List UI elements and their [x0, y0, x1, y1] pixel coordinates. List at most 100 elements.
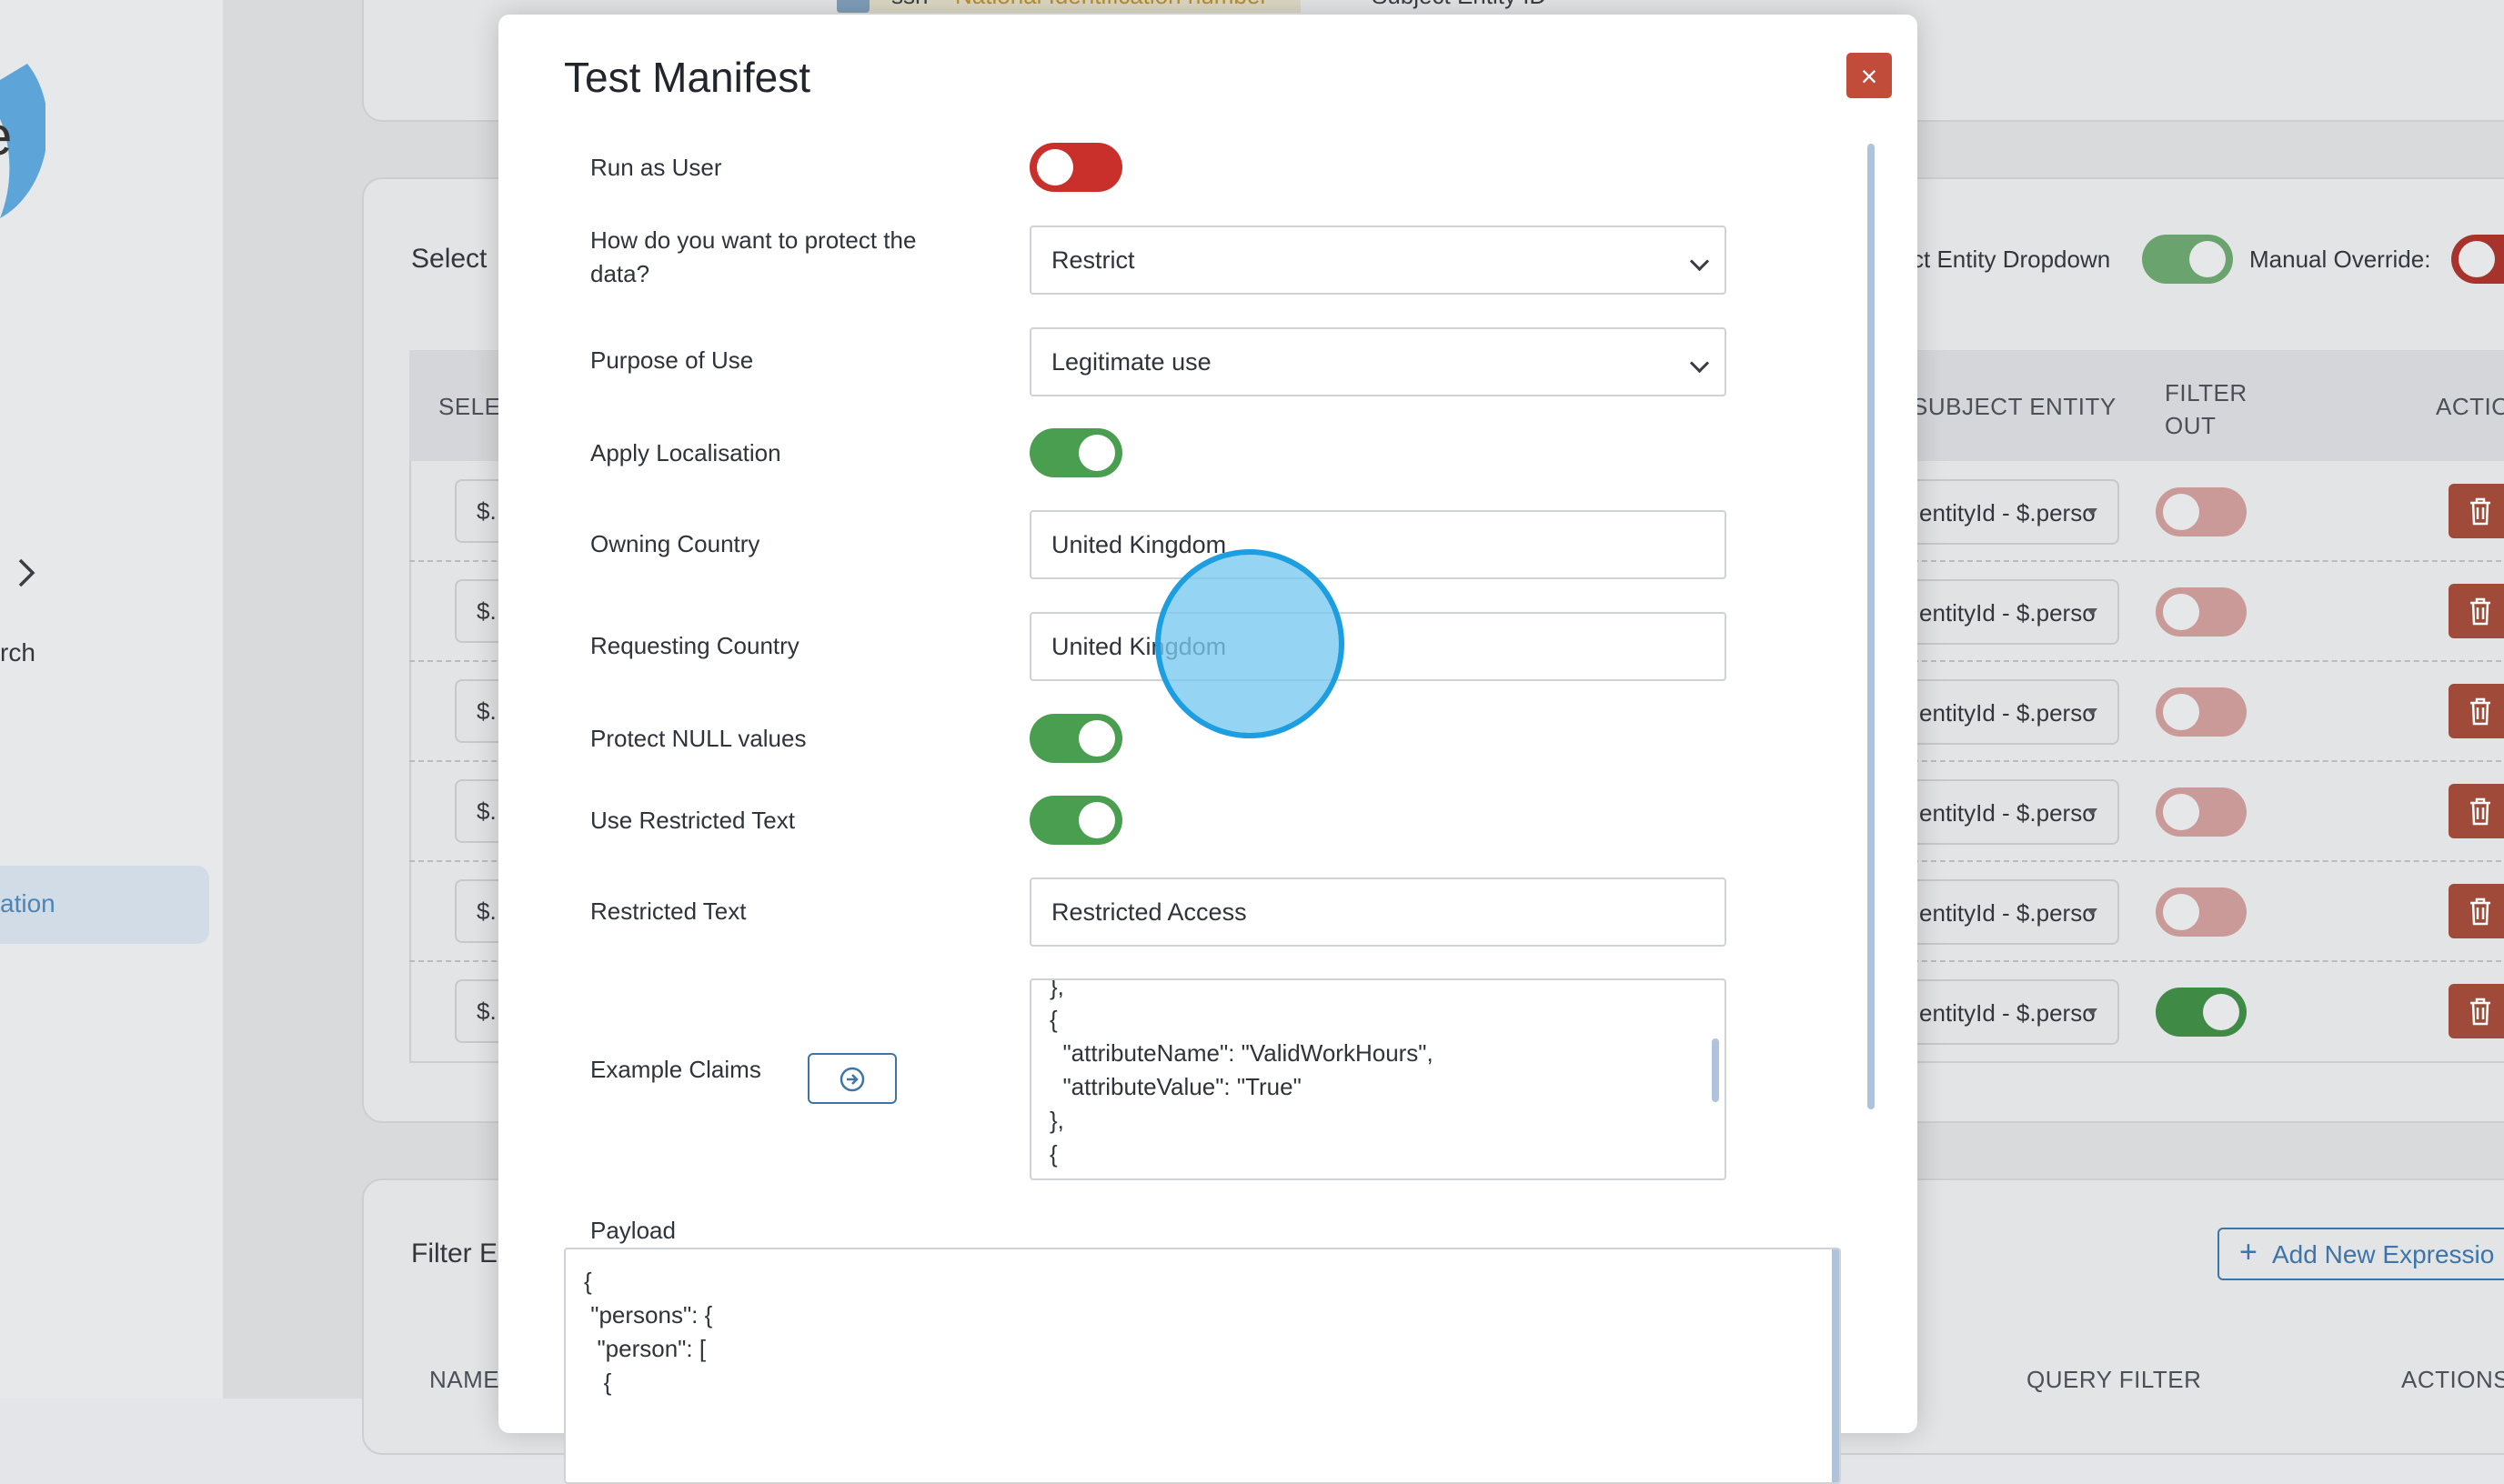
- requesting-country-input[interactable]: United Kingdom: [1030, 612, 1726, 681]
- code-line: "attributeValue": "True": [1050, 1073, 1302, 1100]
- purpose-of-use-label: Purpose of Use: [590, 346, 754, 374]
- code-line: {: [1050, 1006, 1058, 1033]
- subject-entity-dropdown-toggle[interactable]: [2142, 235, 2233, 284]
- use-restricted-text-label: Use Restricted Text: [590, 807, 795, 834]
- owning-country-label: Owning Country: [590, 530, 760, 557]
- trash-icon: [2470, 497, 2490, 526]
- toggle-knob: [1037, 149, 1073, 186]
- protect-method-select[interactable]: Restrict: [1030, 226, 1726, 295]
- code-line: {: [1050, 1140, 1058, 1168]
- apply-localisation-label: Apply Localisation: [590, 439, 781, 466]
- protect-null-toggle[interactable]: [1030, 714, 1122, 763]
- filter-out-toggle[interactable]: [2156, 587, 2247, 637]
- trash-icon: [2470, 597, 2490, 626]
- modal-title: Test Manifest: [564, 54, 810, 101]
- restricted-text-input[interactable]: Restricted Access: [1030, 877, 1726, 947]
- highlighted-field-text: National Identification number: [955, 0, 1268, 10]
- chevron-down-icon: [1689, 251, 1710, 272]
- delete-row-button[interactable]: [2449, 884, 2504, 938]
- column-header-subject-entity: SUBJECT ENTITY: [1912, 393, 2117, 420]
- column-header-name: NAME: [429, 1366, 500, 1393]
- code-line: },: [1050, 1107, 1064, 1134]
- highlighted-field-name: ssn: [891, 0, 928, 10]
- filter-out-toggle[interactable]: [2156, 487, 2247, 536]
- delete-row-button[interactable]: [2449, 784, 2504, 838]
- close-button[interactable]: ×: [1846, 53, 1892, 98]
- subject-entity-select[interactable]: entityId - $.perso: [1892, 679, 2119, 745]
- example-claims-editor[interactable]: }, { "attributeName": "ValidWorkHours", …: [1030, 978, 1726, 1180]
- svg-text:e: e: [0, 105, 12, 166]
- filter-out-toggle[interactable]: [2156, 887, 2247, 937]
- subject-entity-select[interactable]: entityId - $.perso: [1892, 979, 2119, 1045]
- manual-override-label: Manual Override:: [2249, 246, 2431, 273]
- owning-country-input[interactable]: United Kingdom: [1030, 510, 1726, 579]
- code-line: {: [584, 1268, 592, 1295]
- column-header-filter-actions: ACTIONS: [2401, 1366, 2504, 1393]
- trash-icon: [2470, 998, 2490, 1026]
- example-claims-label: Example Claims: [590, 1056, 761, 1083]
- trash-icon: [2470, 897, 2490, 926]
- toggle-knob: [1079, 435, 1115, 471]
- subject-entity-id-label: Subject Entity ID: [1372, 0, 1546, 10]
- sidebar-item-active[interactable]: ation: [0, 866, 209, 944]
- arrow-circle-right-icon: [840, 1067, 865, 1092]
- filter-out-toggle[interactable]: [2156, 687, 2247, 737]
- chevron-right-icon[interactable]: [13, 555, 40, 591]
- chevron-down-icon: [1689, 353, 1710, 374]
- add-new-expression-button[interactable]: + Add New Expressio: [2217, 1228, 2504, 1280]
- brand-logo: e: [0, 64, 45, 218]
- column-header-actions: ACTIO: [2436, 393, 2504, 420]
- add-new-expression-label: Add New Expressio: [2272, 1240, 2495, 1268]
- column-header-select: SELE: [438, 393, 501, 420]
- trash-icon: [2470, 797, 2490, 826]
- code-line: {: [584, 1369, 612, 1396]
- delete-row-button[interactable]: [2449, 684, 2504, 738]
- sidebar-item-label[interactable]: rch: [0, 638, 35, 667]
- payload-editor[interactable]: { "persons": { "person": [ {: [564, 1248, 1841, 1484]
- apply-localisation-toggle[interactable]: [1030, 428, 1122, 477]
- protect-null-label: Protect NULL values: [590, 725, 807, 752]
- modal-scrollbar[interactable]: [1867, 144, 1875, 1109]
- run-as-user-label: Run as User: [590, 154, 722, 181]
- select-section-heading: Select: [411, 244, 488, 274]
- column-header-query-filter: QUERY FILTER: [2026, 1366, 2202, 1393]
- payload-label: Payload: [590, 1217, 676, 1244]
- delete-row-button[interactable]: [2449, 984, 2504, 1038]
- delete-row-button[interactable]: [2449, 484, 2504, 538]
- code-line: },: [1050, 978, 1064, 1000]
- protect-method-label: How do you want to protect the data?: [590, 226, 917, 287]
- code-line: "persons": {: [584, 1301, 713, 1329]
- highlighted-field-row: ssn National Identification number: [837, 0, 1301, 13]
- click-indicator: [1155, 549, 1344, 738]
- purpose-of-use-select[interactable]: Legitimate use: [1030, 327, 1726, 396]
- apply-claims-button[interactable]: [808, 1053, 897, 1104]
- toggle-knob: [1079, 720, 1115, 757]
- restricted-text-label: Restricted Text: [590, 897, 747, 925]
- toggle-knob: [1079, 802, 1115, 838]
- sidebar: e rch ation: [0, 0, 223, 1399]
- subject-entity-select[interactable]: entityId - $.perso: [1892, 479, 2119, 545]
- requesting-country-label: Requesting Country: [590, 632, 799, 659]
- purpose-of-use-value: Legitimate use: [1051, 348, 1212, 376]
- subject-entity-select[interactable]: entityId - $.perso: [1892, 779, 2119, 845]
- filter-section-heading: Filter E: [411, 1238, 498, 1268]
- subject-entity-select[interactable]: entityId - $.perso: [1892, 879, 2119, 945]
- protect-method-value: Restrict: [1051, 246, 1135, 274]
- field-checkbox[interactable]: [837, 0, 870, 13]
- run-as-user-toggle[interactable]: [1030, 143, 1122, 192]
- trash-icon: [2470, 697, 2490, 726]
- filter-out-toggle[interactable]: [2156, 988, 2247, 1037]
- subject-entity-select[interactable]: entityId - $.perso: [1892, 579, 2119, 645]
- scrollbar-thumb[interactable]: [1832, 1249, 1839, 1482]
- sidebar-item-active-label: ation: [0, 889, 55, 917]
- use-restricted-text-toggle[interactable]: [1030, 796, 1122, 845]
- manual-override-toggle[interactable]: [2451, 235, 2504, 284]
- scrollbar-thumb[interactable]: [1712, 1038, 1719, 1102]
- filter-out-toggle[interactable]: [2156, 787, 2247, 837]
- subject-entity-dropdown-label: ct Entity Dropdown: [1912, 246, 2111, 273]
- column-header-filter-out: FILTER OUT: [2165, 379, 2248, 439]
- delete-row-button[interactable]: [2449, 584, 2504, 638]
- code-line: "person": [: [584, 1335, 707, 1362]
- code-line: "attributeName": "ValidWorkHours",: [1050, 1039, 1433, 1067]
- plus-icon: +: [2239, 1235, 2258, 1269]
